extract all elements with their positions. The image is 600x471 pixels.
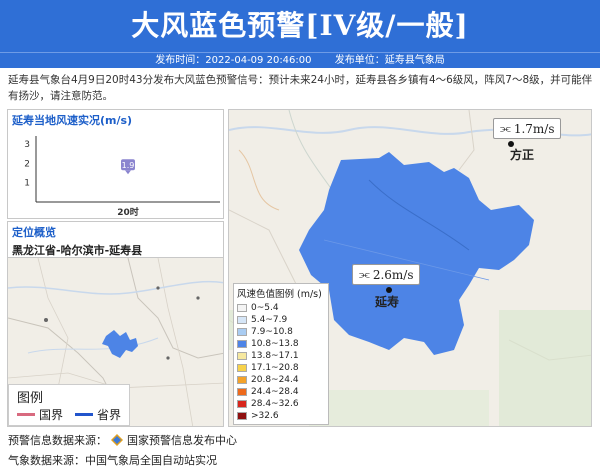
scale-swatch bbox=[237, 376, 247, 384]
wind-speed-panel: 延寿当地风速实况(m/s) 1 2 3 20时 1.9 bbox=[7, 109, 224, 219]
scale-label: 0~5.4 bbox=[251, 303, 279, 313]
province-border-line-icon bbox=[75, 413, 94, 416]
warning-description: 延寿县气象台4月9日20时43分发布大风蓝色预警信号：预计未来24小时，延寿县各… bbox=[8, 74, 593, 102]
wind-speed-chart: 1 2 3 20时 1.9 bbox=[24, 136, 220, 218]
location-panel: 定位概览 黑龙江省-哈尔滨市-延寿县 bbox=[7, 221, 224, 259]
scale-row: 17.1~20.8 bbox=[237, 362, 325, 374]
scale-row: >32.6 bbox=[237, 410, 325, 422]
data-label: 1.9 bbox=[122, 161, 135, 170]
scale-label: 24.4~28.4 bbox=[251, 387, 299, 397]
scale-label: 20.8~24.4 bbox=[251, 375, 299, 385]
warning-center-logo-icon bbox=[111, 434, 123, 446]
scale-swatch bbox=[237, 412, 247, 420]
y-tick-label: 2 bbox=[24, 159, 30, 169]
warning-source: 预警信息数据来源： 国家预警信息发布中心 bbox=[8, 434, 237, 447]
scale-row: 0~5.4 bbox=[237, 302, 325, 314]
place-label-fangzheng: 方正 bbox=[510, 148, 535, 162]
legend-item-province-border: 省界 bbox=[73, 406, 121, 423]
y-tick-label: 3 bbox=[24, 140, 30, 150]
scale-swatch bbox=[237, 304, 247, 312]
legend-title: 图例 bbox=[17, 391, 44, 406]
scale-row: 13.8~17.1 bbox=[237, 350, 325, 362]
scale-label: 28.4~32.6 bbox=[251, 399, 299, 409]
publisher: 发布单位：延寿县气象局 bbox=[334, 55, 445, 66]
scale-swatch bbox=[237, 388, 247, 396]
scale-swatch bbox=[237, 328, 247, 336]
scale-label: 5.4~7.9 bbox=[251, 315, 288, 325]
scale-row: 5.4~7.9 bbox=[237, 314, 325, 326]
scale-swatch bbox=[237, 364, 247, 372]
scale-label: >32.6 bbox=[251, 411, 279, 421]
data-point-pointer bbox=[125, 170, 131, 175]
wind-icon: ⫘ bbox=[359, 267, 370, 281]
publish-info-bar: 发布时间：2022-04-09 20:46:00 发布单位：延寿县气象局 bbox=[0, 52, 600, 68]
scale-row: 20.8~24.4 bbox=[237, 374, 325, 386]
legend-item-national-border: 国界 bbox=[15, 406, 63, 423]
scale-row: 7.9~10.8 bbox=[237, 326, 325, 338]
header-banner: 大风蓝色预警[IV级/一般] bbox=[0, 0, 600, 52]
scale-row: 28.4~32.6 bbox=[237, 398, 325, 410]
scale-label: 7.9~10.8 bbox=[251, 327, 293, 337]
scale-row: 10.8~13.8 bbox=[237, 338, 325, 350]
scale-label: 17.1~20.8 bbox=[251, 363, 299, 373]
y-tick-label: 1 bbox=[24, 179, 30, 189]
scale-label: 10.8~13.8 bbox=[251, 339, 299, 349]
scale-row: 24.4~28.4 bbox=[237, 386, 325, 398]
national-border-line-icon bbox=[17, 413, 35, 416]
place-label-yanshou: 延寿 bbox=[375, 295, 400, 309]
wind-label-yanshou: ⫘ 2.6m/s bbox=[352, 264, 421, 285]
location-title: 定位概览 bbox=[12, 226, 56, 239]
wind-scale-legend: 风速色值图例 (m/s) 0~5.4 5.4~7.9 7.9~10.8 10.8~13… bbox=[233, 283, 329, 425]
x-tick-label: 20时 bbox=[117, 206, 139, 218]
scale-swatch bbox=[237, 352, 247, 360]
scale-swatch bbox=[237, 316, 247, 324]
overview-legend: 图例 国界 省界 bbox=[8, 384, 130, 426]
page-title: 大风蓝色预警[IV级/一般] bbox=[131, 9, 469, 42]
wind-label-fangzheng: ⫘ 1.7m/s bbox=[493, 118, 562, 139]
location-path: 黑龙江省-哈尔滨市-延寿县 bbox=[12, 244, 143, 257]
scale-swatch bbox=[237, 340, 247, 348]
weather-source: 气象数据来源：中国气象局全国自动站实况 bbox=[8, 454, 217, 467]
publish-time: 发布时间：2022-04-09 20:46:00 bbox=[155, 55, 312, 66]
wind-scale-title: 风速色值图例 (m/s) bbox=[237, 289, 322, 300]
wind-icon: ⫘ bbox=[500, 121, 511, 135]
scale-swatch bbox=[237, 400, 247, 408]
scale-label: 13.8~17.1 bbox=[251, 351, 299, 361]
